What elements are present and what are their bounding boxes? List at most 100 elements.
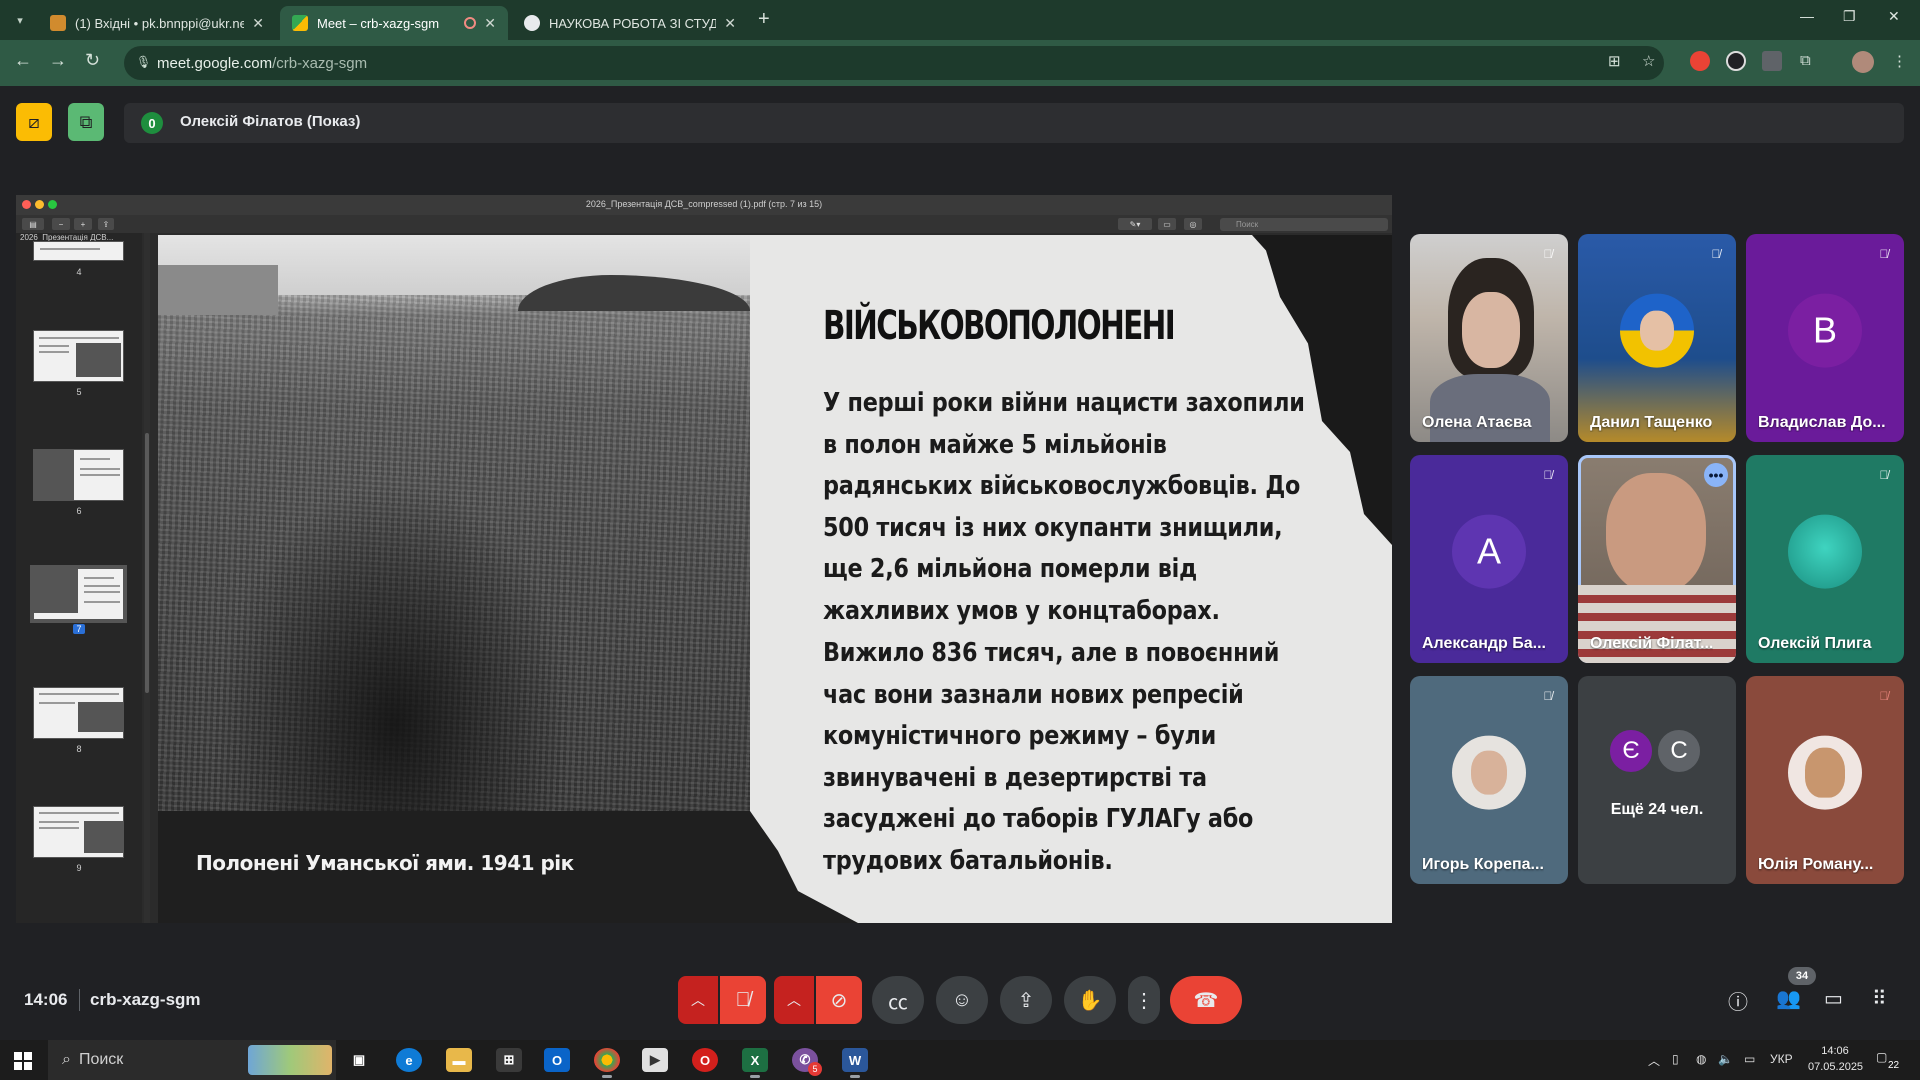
extensions-puzzle-icon[interactable]: ⧉ <box>1800 52 1811 69</box>
volume-icon[interactable]: 🔈 <box>1718 1052 1733 1066</box>
mic-site-indicator-icon[interactable]: 🎙 <box>136 55 151 69</box>
language-indicator[interactable]: УКР <box>1770 1052 1793 1066</box>
close-window-icon[interactable]: ✕ <box>1888 8 1900 25</box>
back-arrow-icon[interactable]: ← <box>14 50 32 71</box>
tab-search-chevron-icon[interactable]: ▾ <box>8 8 32 32</box>
outlook-icon[interactable]: O <box>544 1048 570 1072</box>
mic-toggle-button[interactable]: 🎙̸ <box>720 976 766 1024</box>
media-player-icon[interactable]: ▶ <box>642 1048 668 1072</box>
participant-tile[interactable]: 🎙̸ Олена Атаєва <box>1410 234 1568 442</box>
reactions-button[interactable]: ☺ <box>936 976 988 1024</box>
forward-arrow-icon[interactable]: → <box>49 50 67 71</box>
stop-presenting-icon[interactable]: ⧄ <box>16 103 52 141</box>
participant-tile[interactable]: 🎙̸ Данил Тащенко <box>1578 234 1736 442</box>
windows-taskbar: ⌕ Поиск ▣ e ▬ ⊞ O ▶ O X ✆ 5 W ︿ ▯ ◍ 🔈 ▭ … <box>0 1040 1920 1080</box>
chrome-icon[interactable] <box>594 1048 620 1078</box>
tab-research[interactable]: НАУКОВА РОБОТА ЗІ СТУДЕНТ ✕ <box>512 6 748 40</box>
participant-name: Игорь Корепа... <box>1422 856 1544 873</box>
mic-muted-icon: 🎙̸ <box>1543 247 1553 261</box>
tray-device-icon[interactable]: ▯ <box>1672 1052 1679 1066</box>
recording-indicator-icon <box>464 17 477 29</box>
more-participants-label: Ещё 24 чел. <box>1610 801 1704 818</box>
slide-photo <box>158 235 750 811</box>
viber-badge: 5 <box>808 1062 822 1076</box>
close-tab-icon[interactable]: ✕ <box>484 15 496 32</box>
annotate-icon: ◎ <box>1184 218 1202 230</box>
thumbnail-page-number: 4 <box>76 267 82 277</box>
url-path: /crb-xazg-sgm <box>272 55 368 72</box>
camera-toggle-button[interactable]: ⊘ <box>816 976 862 1024</box>
participant-tile[interactable]: В 🎙̸ Владислав До... <box>1746 234 1904 442</box>
search-icon: ⌕ <box>62 1051 71 1068</box>
thumbnail-current-label: 7 <box>73 624 85 634</box>
extension-red-icon[interactable] <box>1690 51 1710 71</box>
tab-mail[interactable]: (1) Вхідні • pk.bnnppi@ukr.net ✕ <box>38 6 276 40</box>
raise-hand-button[interactable]: ✋ <box>1064 976 1116 1024</box>
avatar-face-icon <box>1805 747 1845 798</box>
presenter-name: Олексій Філатов (Показ) <box>180 113 361 130</box>
translate-icon[interactable]: ⊞ <box>1608 52 1621 70</box>
mic-options-chevron-icon[interactable]: ︿ <box>678 976 718 1024</box>
markup-icon: ✎▾ <box>1118 218 1152 230</box>
new-tab-plus-icon[interactable]: + <box>758 8 770 31</box>
extension-media-icon[interactable] <box>1762 51 1782 71</box>
minimize-window-icon[interactable]: — <box>1800 8 1814 24</box>
slide-paragraph-1: У перші роки війни нацисти захопили в по… <box>823 388 1305 626</box>
pdf-viewer-toolbar: ▤ − + ⇪ ✎▾ ▭ ◎ Поиск <box>16 215 1392 233</box>
close-tab-icon[interactable]: ✕ <box>252 15 264 32</box>
thumbnail-page <box>33 449 124 501</box>
captions-button[interactable]: ㏄ <box>872 976 924 1024</box>
extension-w-icon[interactable] <box>1726 51 1746 71</box>
bookmark-star-icon[interactable]: ☆ <box>1642 52 1655 70</box>
word-icon[interactable]: W <box>842 1048 868 1078</box>
opera-icon[interactable]: O <box>692 1048 718 1072</box>
chat-icon[interactable]: ▭ <box>1824 986 1843 1011</box>
sidebar-toggle-icon: ▤ <box>22 218 44 230</box>
camera-options-chevron-icon[interactable]: ︿ <box>774 976 814 1024</box>
notifications-icon[interactable]: ▢ <box>1876 1050 1887 1064</box>
restore-window-icon[interactable]: ❐ <box>1843 8 1856 25</box>
more-options-icon[interactable]: ••• <box>1704 463 1728 487</box>
file-explorer-icon[interactable]: ▬ <box>446 1048 472 1072</box>
leave-call-button[interactable]: ☎ <box>1170 976 1242 1024</box>
presentation-banner: 0 Олексій Філатов (Показ) <box>124 103 1904 143</box>
photo-caption: Полонені Уманської ями. 1941 рік <box>196 851 574 875</box>
reload-icon[interactable]: ↻ <box>85 50 100 71</box>
participant-tile[interactable]: 🎙̸ Олексій Плига <box>1746 455 1904 663</box>
url-host: meet.google.com <box>157 55 273 72</box>
tab-meet[interactable]: Meet – crb-xazg-sgm ✕ <box>280 6 508 40</box>
more-options-button[interactable]: ⋮ <box>1128 976 1160 1024</box>
meeting-info-icon[interactable]: ⓘ <box>1728 986 1748 1015</box>
search-highlight-image <box>248 1045 332 1075</box>
activities-grid-icon[interactable]: ⠿ <box>1872 986 1887 1011</box>
present-screen-button[interactable]: ⇪ <box>1000 976 1052 1024</box>
avatar-face-icon <box>1640 310 1674 351</box>
address-bar[interactable]: 🎙 meet.google.com/crb-xazg-sgm <box>124 46 1664 80</box>
edge-icon[interactable]: e <box>396 1048 422 1072</box>
rotate-icon: ▭ <box>1158 218 1176 230</box>
participant-tile[interactable]: 🎙̸ Игорь Корепа... <box>1410 676 1568 884</box>
participant-tile[interactable]: А 🎙̸ Александр Ба... <box>1410 455 1568 663</box>
more-participants-tile[interactable]: Є С Ещё 24 чел. <box>1578 676 1736 884</box>
meeting-clock: 14:06 <box>24 990 68 1009</box>
task-view-icon[interactable]: ▣ <box>346 1048 372 1072</box>
captions-icon: ㏄ <box>888 991 908 1014</box>
profile-avatar[interactable] <box>1852 51 1874 73</box>
network-icon[interactable]: ▭ <box>1744 1052 1755 1066</box>
more-participant-avatar: Є <box>1608 728 1654 774</box>
tray-app-icon[interactable]: ◍ <box>1696 1052 1706 1066</box>
browser-menu-icon[interactable]: ⋮ <box>1892 52 1907 70</box>
notifications-count: 22 <box>1888 1060 1900 1071</box>
people-icon[interactable]: 👥 <box>1776 986 1801 1011</box>
windows-start-icon[interactable] <box>14 1052 32 1070</box>
store-icon[interactable]: ⊞ <box>496 1048 522 1072</box>
tab-meet-title: Meet – crb-xazg-sgm <box>317 15 440 31</box>
participant-tile-active[interactable]: ••• Олексій Філат... <box>1578 455 1736 663</box>
system-clock[interactable]: 14:06 07.05.2025 <box>1808 1043 1863 1075</box>
taskbar-search[interactable]: ⌕ Поиск <box>48 1040 336 1080</box>
participant-tile[interactable]: 🎙̸ Юлія Роману... <box>1746 676 1904 884</box>
tray-chevron-icon[interactable]: ︿ <box>1648 1052 1660 1069</box>
presentation-layout-icon[interactable]: ⧉ <box>68 103 104 141</box>
close-tab-icon[interactable]: ✕ <box>724 15 736 32</box>
excel-icon[interactable]: X <box>742 1048 768 1078</box>
